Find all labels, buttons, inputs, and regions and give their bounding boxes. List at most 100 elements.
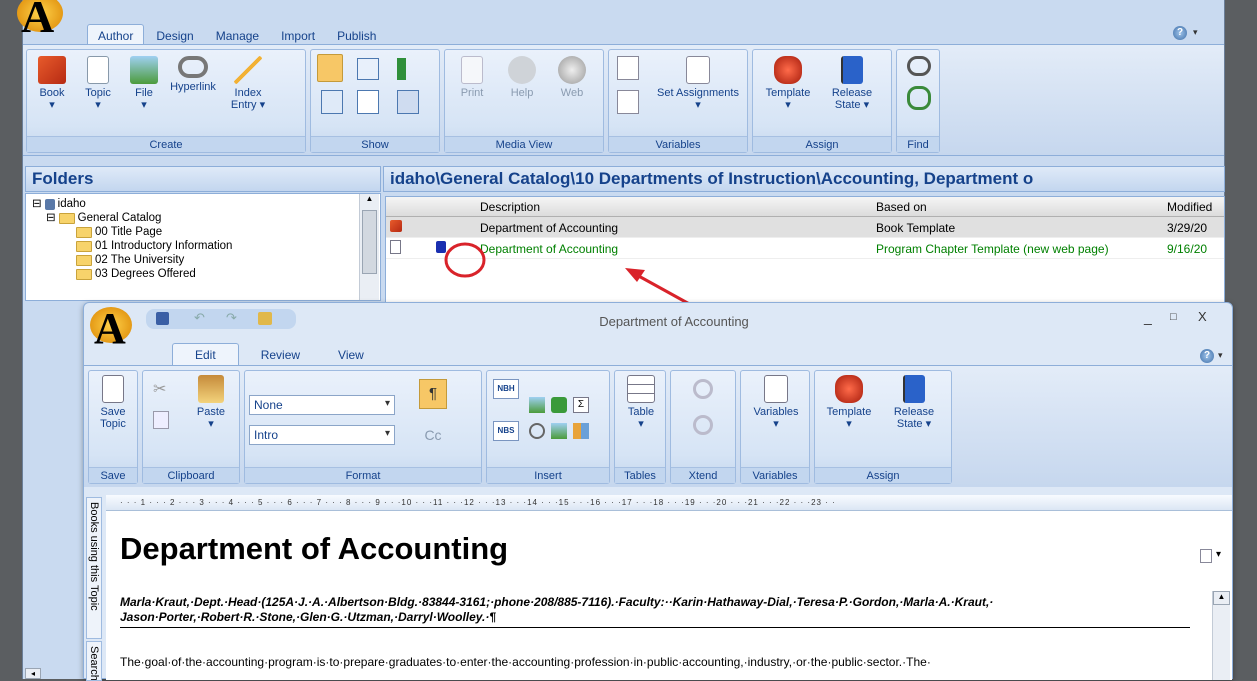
tree-node-00-title-page[interactable]: 00 Title Page [30,225,376,239]
scroll-thumb[interactable] [362,210,377,274]
copy-icon[interactable] [153,411,169,429]
body-paragraph[interactable]: The·goal·of·the·accounting·program·is·to… [120,655,1190,669]
template-button[interactable]: Template ▾ [759,56,817,111]
side-tab-books-using-topic[interactable]: Books using this Topic [86,497,102,639]
tree-node-03-degrees[interactable]: 03 Degrees Offered [30,267,376,281]
side-tab-search[interactable]: Search [86,641,102,681]
main-ribbon: Book ▾ Topic ▾ File ▾ Hyperlink Index Entry… [23,44,1224,156]
show-outline-toggle[interactable] [317,54,343,82]
group-save-label: Save [89,467,137,483]
variable-insert-icon[interactable] [617,56,639,80]
group-clipboard-label: Clipboard [143,467,239,483]
help-dropdown-icon[interactable]: ▾ [1193,27,1198,38]
table-button[interactable]: Table ▾ [619,375,663,430]
scroll-up-icon[interactable]: ▲ [1213,591,1230,605]
undo-icon[interactable]: ↶ [194,310,205,326]
xtend-replace-icon[interactable] [693,415,713,435]
tab-manage[interactable]: Manage [206,25,269,46]
show-formatting-button[interactable]: ¶ [419,379,447,409]
show-search-icon[interactable] [397,90,419,114]
close-button[interactable]: X [1198,309,1207,324]
editor-template-button[interactable]: Template ▾ [819,375,879,430]
editor-help-icon[interactable]: ? [1200,349,1214,363]
tree-node-01-introductory[interactable]: 01 Introductory Information [30,239,376,253]
save-icon[interactable] [156,312,169,325]
binoculars-icon[interactable] [907,56,931,76]
print-button[interactable]: Print [453,56,491,99]
faculty-paragraph[interactable]: Marla·Kraut,·Dept.·Head·(125A·J.·A.·Albe… [120,595,1190,628]
tab-review[interactable]: Review [241,344,320,366]
group-assign-label: Assign [753,136,891,152]
file-button[interactable]: File ▾ [125,56,163,111]
group-insert-label: Insert [487,467,609,483]
minimize-button[interactable]: _ [1144,309,1152,325]
insert-image-icon[interactable] [529,397,545,413]
tree-node-02-university[interactable]: 02 The University [30,253,376,267]
insert-media-icon[interactable] [551,423,567,439]
release-state-button[interactable]: Release State ▾ [819,56,885,111]
editor-help-dropdown-icon[interactable]: ▾ [1218,350,1223,361]
app-logo[interactable]: A [15,0,73,42]
tree-hscroll-left-icon[interactable]: ◂ [25,668,41,679]
find-replace-icon[interactable] [907,86,931,110]
insert-puzzle-icon[interactable] [551,397,567,413]
topic-button[interactable]: Topic ▾ [79,56,117,111]
web-button[interactable]: Web [553,56,591,99]
document-heading[interactable]: Department of Accounting [120,531,508,567]
topic-menu-icon[interactable] [1200,549,1212,563]
nonbreaking-space-button[interactable]: NBS [493,421,519,441]
tree-scrollbar[interactable]: ▲ [359,194,379,300]
group-format: None Intro ¶ Cc Format [244,370,482,484]
document-pane: · · · 1 · · · 2 · · · 3 · · · 4 · · · 5 … [106,495,1232,680]
collapse-icon[interactable]: ⊟ [32,197,42,211]
show-preview-icon[interactable] [321,90,343,114]
tab-import[interactable]: Import [271,25,325,46]
nonbreaking-hyphen-button[interactable]: NBH [493,379,519,399]
variables-button[interactable]: Variables ▾ [745,375,807,430]
collapse-icon[interactable]: ⊟ [46,211,56,225]
help-button[interactable]: Help [503,56,541,99]
ruler[interactable]: · · · 1 · · · 2 · · · 3 · · · 4 · · · 5 … [106,495,1232,511]
col-description[interactable]: Description [480,200,540,214]
document-scrollbar[interactable]: ▲ [1212,591,1230,680]
tree-node-general-catalog[interactable]: ⊟ General Catalog [30,211,376,225]
help-icon[interactable]: ? [1173,26,1187,40]
show-list-icon[interactable] [357,90,379,114]
character-style-select[interactable]: Intro [249,425,395,445]
variable-edit-icon[interactable] [617,90,639,114]
index-entry-button[interactable]: Index Entry ▾ [223,56,273,111]
insert-link-icon[interactable] [529,423,545,439]
col-modified[interactable]: Modified [1167,200,1212,214]
group-editor-assign-label: Assign [815,467,951,483]
redo-icon[interactable]: ↷ [226,310,237,326]
paragraph-style-select[interactable]: None [249,395,395,415]
group-variables-label: Variables [609,136,747,152]
scroll-up-icon[interactable]: ▲ [360,194,379,208]
book-button[interactable]: Book ▾ [33,56,71,111]
xtend-search-icon[interactable] [693,379,713,399]
show-tree-icon[interactable] [397,58,419,80]
tab-author[interactable]: Author [87,24,145,46]
set-assignments-button[interactable]: Set Assignments ▾ [653,56,743,111]
cut-icon[interactable]: ✂ [153,379,166,399]
change-case-button[interactable]: Cc [419,421,447,449]
hyperlink-button[interactable]: Hyperlink [165,56,221,93]
tab-publish[interactable]: Publish [327,25,386,46]
tab-edit[interactable]: Edit [172,343,239,366]
insert-chart-icon[interactable] [573,423,589,439]
topic-menu-dropdown-icon[interactable]: ▾ [1216,549,1221,560]
tab-view[interactable]: View [322,344,380,366]
flag-icon [903,375,925,403]
tree-node-idaho[interactable]: ⊟ idaho [30,197,376,211]
editor-app-logo[interactable]: A [90,304,142,353]
save-topic-button[interactable]: Save Topic [91,375,135,430]
insert-equation-button[interactable]: Σ [573,397,589,413]
maximize-button[interactable]: □ [1170,311,1177,323]
show-media-icon[interactable] [357,58,379,80]
tab-design[interactable]: Design [146,25,203,46]
col-based-on[interactable]: Based on [876,200,927,214]
paste-button[interactable]: Paste ▾ [189,375,233,430]
insert-image-icon[interactable] [258,312,272,325]
editor-release-state-button[interactable]: Release State ▾ [881,375,947,430]
group-media-view: Print Help Web Media View [444,49,604,153]
